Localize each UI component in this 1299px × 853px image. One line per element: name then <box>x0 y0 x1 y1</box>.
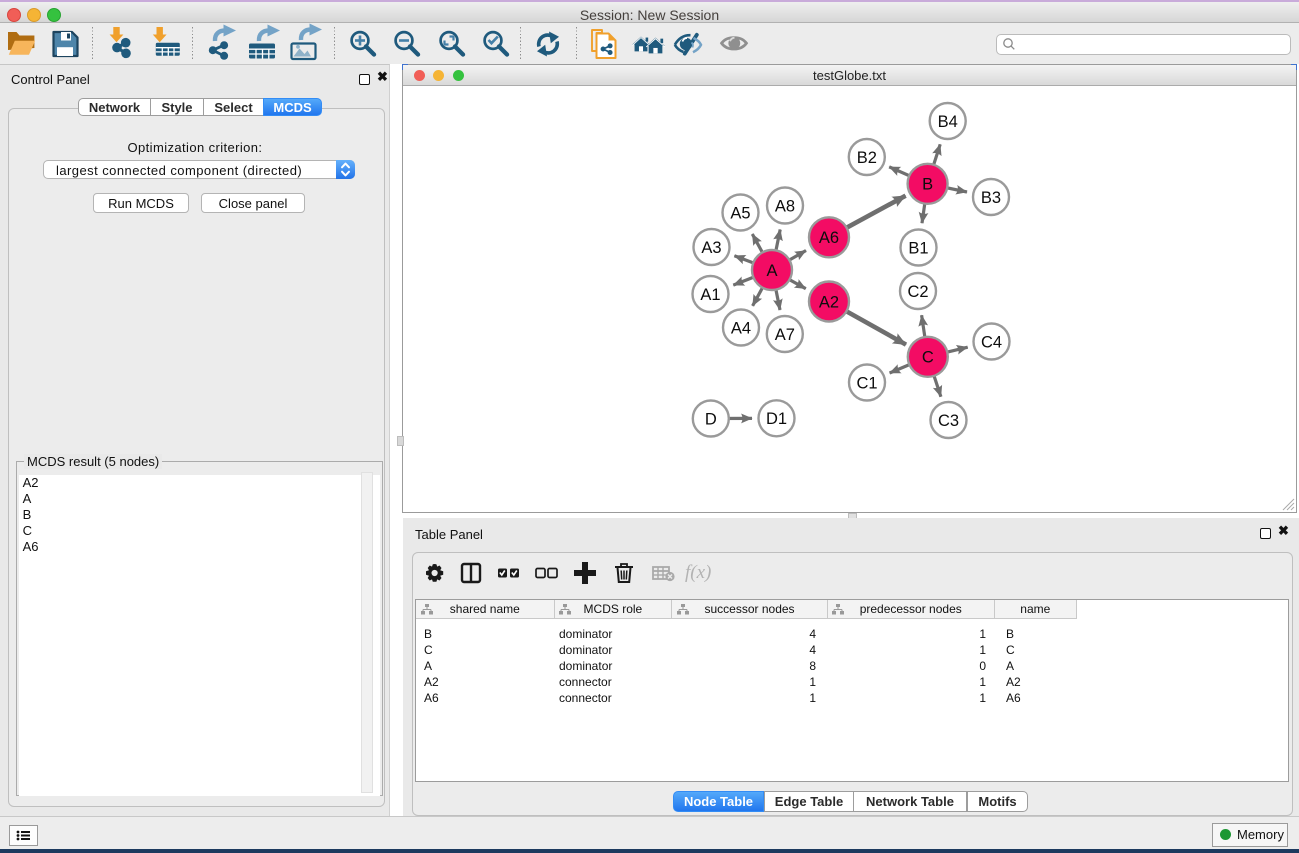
svg-text:A7: A7 <box>775 326 795 344</box>
svg-text:C4: C4 <box>981 333 1002 351</box>
svg-text:A3: A3 <box>701 239 721 257</box>
svg-text:C3: C3 <box>938 412 959 430</box>
svg-text:A4: A4 <box>731 319 751 337</box>
svg-text:A2: A2 <box>819 293 839 311</box>
svg-text:A: A <box>766 262 777 280</box>
svg-text:B4: B4 <box>938 113 958 131</box>
svg-text:A8: A8 <box>775 197 795 215</box>
svg-text:D: D <box>705 410 717 428</box>
svg-text:D1: D1 <box>766 410 787 428</box>
svg-text:C: C <box>922 349 934 367</box>
svg-text:B: B <box>922 176 933 194</box>
svg-text:A5: A5 <box>730 204 750 222</box>
svg-text:A1: A1 <box>700 286 720 304</box>
svg-text:C1: C1 <box>856 374 877 392</box>
svg-text:B3: B3 <box>981 189 1001 207</box>
svg-text:A6: A6 <box>819 229 839 247</box>
svg-text:C2: C2 <box>907 283 928 301</box>
svg-text:B1: B1 <box>908 239 928 257</box>
svg-text:B2: B2 <box>857 149 877 167</box>
